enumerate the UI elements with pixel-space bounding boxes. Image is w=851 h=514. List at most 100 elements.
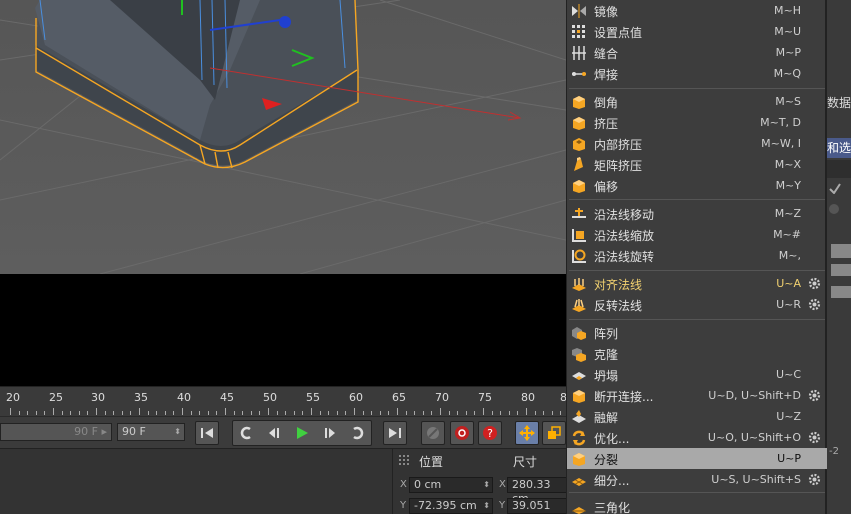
menu-item-triangulate[interactable]: 三角化 [567,496,827,514]
end-frame-field[interactable]: 90 F ⬍ [117,423,185,441]
menu-item-shortcut: U~A [776,277,801,290]
go-to-end-button[interactable] [383,421,407,445]
menu-item-offset[interactable]: 偏移 M~Y [567,175,827,196]
black-viewport-area [0,274,566,386]
move-tool-button[interactable] [515,421,539,445]
3d-viewport[interactable] [0,0,566,274]
menu-item-label: 偏移 [594,180,619,194]
menu-item-shortcut: M~# [773,228,801,241]
menu-item-weld[interactable]: 焊接 M~Q [567,63,827,84]
radio-button[interactable] [829,204,839,214]
timeline-tick [543,411,544,415]
menu-item-melt[interactable]: 融解 U~Z [567,406,827,427]
menu-item-shortcut: M~Z [774,207,801,220]
slider-field[interactable] [831,286,851,298]
position-y-field[interactable]: -72.395 cm ⬍ [409,498,493,514]
size-y-value: 39.051 cm [512,499,551,514]
menu-item-shortcut: M~P [775,46,801,59]
menu-item-disconnect[interactable]: 断开连接... U~D, U~Shift+D [567,385,827,406]
checkmark-icon[interactable] [829,182,841,194]
menu-item-shortcut: M~S [775,95,801,108]
go-to-start-button[interactable] [195,421,219,445]
menu-item-label: 内部挤压 [594,138,643,152]
gear-icon[interactable] [808,277,821,290]
autokey-button[interactable] [450,421,474,445]
menu-item-shortcut: M~H [774,4,801,17]
menu-item-normal-move[interactable]: 沿法线移动 M~Z [567,203,827,224]
next-frame-button[interactable] [318,421,342,445]
record-keys-button[interactable] [421,421,445,445]
timeline-tick [560,411,561,415]
timeline-tick [242,411,243,415]
tick-label: 40 [177,391,191,404]
prev-key-button[interactable] [234,421,258,445]
menu-item-align-normals[interactable]: 对齐法线 U~A [567,273,827,294]
gear-icon[interactable] [808,389,821,402]
menu-item-extrude-inner[interactable]: 内部挤压 M~W, I [567,133,827,154]
timeline-tick [19,411,20,415]
menu-item-bevel[interactable]: 倒角 M~S [567,91,827,112]
position-x-field[interactable]: 0 cm ⬍ [409,477,493,493]
timeline-tick [191,411,192,415]
timeline-tick [406,411,407,415]
menu-item-label: 反转法线 [594,299,643,313]
menu-item-reverse-normals[interactable]: 反转法线 U~R [567,294,827,315]
stitch-icon [572,46,586,60]
menu-item-array[interactable]: 阵列 [567,322,827,343]
menu-item-label: 矩阵挤压 [594,159,643,173]
tick-label: 50 [263,391,277,404]
tick-label: 55 [306,391,320,404]
size-x-field[interactable]: 280.33 cm [507,477,567,505]
attributes-tab-active[interactable]: 和选 [827,138,851,158]
menu-item-shortcut: M~X [774,158,801,171]
timeline-tick [483,408,484,415]
menu-item-extrude[interactable]: 挤压 M~T, D [567,112,827,133]
menu-item-normal-scale[interactable]: 沿法线缩放 M~# [567,224,827,245]
menu-item-clone[interactable]: 克隆 [567,343,827,364]
timeline-tick [113,411,114,415]
play-button[interactable] [290,421,314,445]
menu-item-label: 沿法线移动 [594,208,655,222]
menu-item-label: 分裂 [594,453,619,467]
timeline-tick [53,408,54,415]
go-to-end-icon [389,428,401,438]
timeline-tick [122,411,123,415]
timeline-tick [431,411,432,415]
gear-icon[interactable] [808,298,821,311]
menu-item-collapse[interactable]: 坍塌 U~C [567,364,827,385]
attributes-tab-data[interactable]: 数据 [827,94,851,111]
menu-item-matrix-extrude[interactable]: 矩阵挤压 M~X [567,154,827,175]
scale-tool-button[interactable] [542,421,566,445]
menu-item-normal-rotate[interactable]: 沿法线旋转 M~, [567,245,827,266]
menu-item-stitch[interactable]: 缝合 M~P [567,42,827,63]
gear-icon[interactable] [808,473,821,486]
extrude-inner-icon [573,138,585,151]
panel-number: -2 [829,446,839,457]
menu-item-label: 沿法线旋转 [594,250,655,264]
timeline-ruler[interactable]: 20 25 30 35 40 45 50 55 60 65 70 75 80 8 [0,386,570,416]
prev-frame-button[interactable] [262,421,286,445]
timeline-tick [320,411,321,415]
slider-field[interactable] [831,244,851,258]
weld-icon [572,72,586,76]
next-key-button[interactable] [346,421,370,445]
menu-item-set-point-value[interactable]: 设置点值 M~U [567,21,827,42]
size-heading: 尺寸 [513,455,538,469]
transport-bar: 90 F ▸ 90 F ⬍ ? [0,416,566,448]
slider-field[interactable] [831,264,851,276]
frame-range-slider[interactable]: 90 F ▸ [0,423,112,441]
menu-item-optimize[interactable]: 优化... U~O, U~Shift+O [567,427,827,448]
position-heading: 位置 [419,455,444,469]
menu-item-label: 断开连接... [594,390,654,404]
timeline-tick [10,408,11,415]
menu-item-mirror[interactable]: 镜像 M~H [567,0,827,21]
timeline-tick [509,411,510,415]
next-frame-icon [325,428,335,438]
menu-item-split[interactable]: 分裂 U~P [567,448,827,469]
gear-icon[interactable] [808,431,821,444]
tick-marks [0,407,570,415]
menu-item-label: 设置点值 [594,26,643,40]
help-button[interactable]: ? [478,421,502,445]
size-y-field[interactable]: 39.051 cm [507,498,567,514]
menu-item-subdivide[interactable]: 细分... U~S, U~Shift+S [567,469,827,490]
